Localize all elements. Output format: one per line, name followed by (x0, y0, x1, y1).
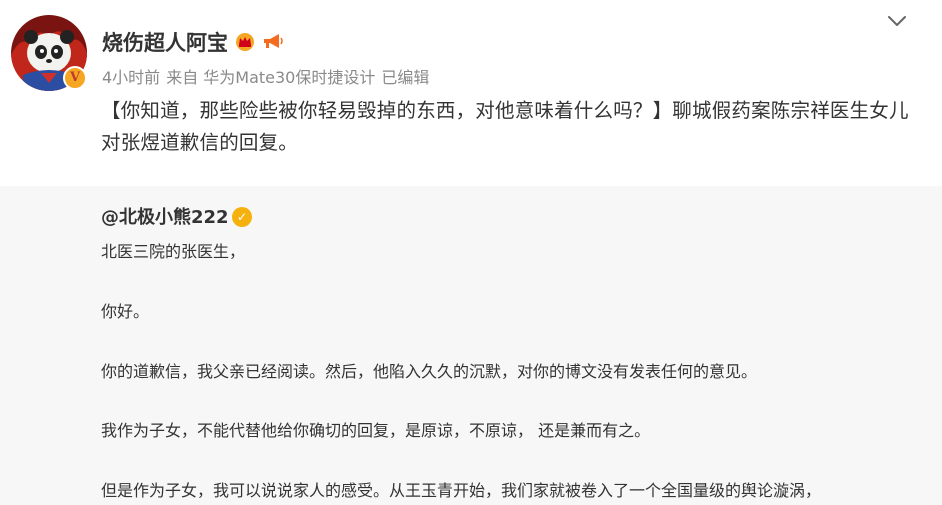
post-author[interactable]: 烧伤超人阿宝 (102, 27, 228, 57)
post-source: 来自 华为Mate30保时捷设计 (166, 68, 376, 87)
quote-line: 但是作为子女，我可以说说家人的感受。从王玉青开始，我们家就被卷入了一个全国量级的… (101, 481, 822, 500)
quote-line: 北医三院的张医生， (101, 242, 246, 261)
crown-icon[interactable] (233, 31, 257, 51)
quoted-post[interactable]: @北极小熊222 ✓ 北医三院的张医生， 你好。 你的道歉信，我父亲已经阅读。然… (0, 186, 942, 505)
quote-line: 你的道歉信，我父亲已经阅读。然后，他陷入久久的沉默，对你的博文没有发表任何的意见… (101, 362, 758, 381)
quote-line: 我作为子女，不能代替他给你确切的回复，是原谅，不原谅， 还是兼而有之。 (101, 421, 651, 440)
post-time[interactable]: 4小时前 (102, 68, 160, 87)
post-meta: 4小时前 来自 华为Mate30保时捷设计 已编辑 (102, 64, 435, 88)
verified-icon: ✓ (232, 207, 252, 227)
verified-badge-icon: V (63, 66, 87, 90)
quote-author[interactable]: @北极小熊222 (101, 203, 229, 229)
avatar[interactable]: V (11, 15, 87, 91)
post-text: 【你知道，那些险些被你轻易毁掉的东西，对他意味着什么吗？】聊城假药案陈宗祥医生女… (101, 99, 909, 154)
chevron-down-icon[interactable] (886, 12, 908, 30)
megaphone-icon[interactable] (261, 31, 285, 51)
post-edited: 已编辑 (381, 68, 430, 87)
quote-line: 你好。 (101, 302, 150, 321)
